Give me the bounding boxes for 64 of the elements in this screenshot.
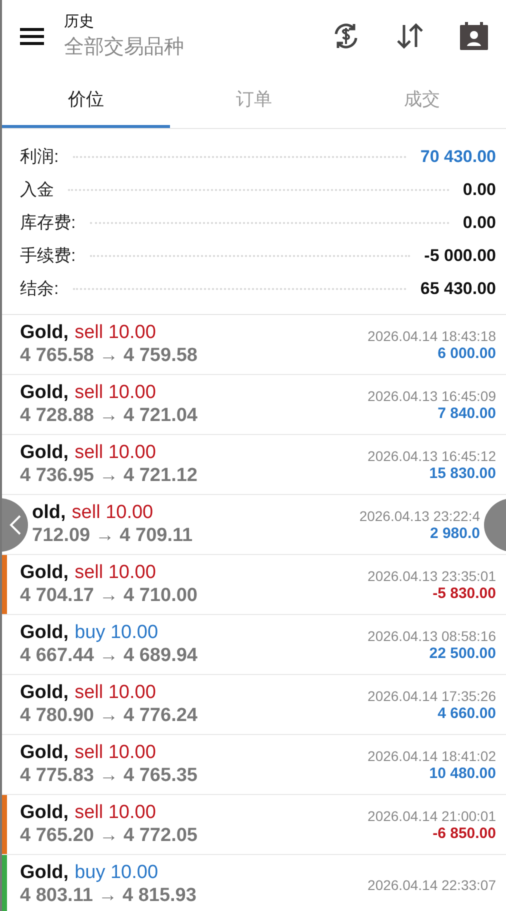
deal-prices: 4 765.58 → 4 759.58 xyxy=(20,345,198,367)
deal-side: sell 10.00 xyxy=(74,382,156,404)
summary-label: 库存费: xyxy=(20,212,76,234)
deal-time: 2026.04.13 23:35:01 xyxy=(368,568,496,584)
deal-time: 2026.04.14 22:33:07 xyxy=(368,876,496,892)
deal-symbol: Gold, xyxy=(20,742,69,764)
deal-profit: 7 840.00 xyxy=(438,404,496,422)
tab[interactable]: 价位 xyxy=(2,72,170,128)
deal-prices: 4 765.20 → 4 772.05 xyxy=(20,825,198,847)
deal-symbol: Gold, xyxy=(20,862,69,884)
deal-symbol: Gold, xyxy=(20,562,69,584)
deal-prices: 4 775.83 → 4 765.35 xyxy=(20,765,198,787)
deal-side: buy 10.00 xyxy=(74,862,158,884)
deal-profit: 10 480.00 xyxy=(429,764,496,782)
deal-time: 2026.04.14 17:35:26 xyxy=(368,688,496,704)
deal-prices: 4 736.95 → 4 721.12 xyxy=(20,465,198,487)
deal-time: 2026.04.13 16:45:09 xyxy=(368,388,496,404)
deal-prices: 4 803.11 → 4 815.93 xyxy=(20,885,196,907)
deal-side: sell 10.00 xyxy=(72,502,154,524)
deal-symbol: Gold, xyxy=(20,382,69,404)
deal-side: sell 10.00 xyxy=(74,802,156,824)
summary-value: 65 430.00 xyxy=(420,278,496,298)
deal-profit: -5 830.00 xyxy=(432,584,496,602)
deal-side: sell 10.00 xyxy=(74,682,156,704)
deal-symbol: Gold, xyxy=(20,802,69,824)
deal-profit: 2 980.0 xyxy=(430,524,480,542)
deal-side: buy 10.00 xyxy=(74,622,158,644)
deal-symbol: old, xyxy=(32,502,66,524)
summary-label: 利润: xyxy=(20,146,59,168)
deal-time: 2026.04.13 23:22:4 xyxy=(359,508,480,524)
deal-time: 2026.04.13 08:58:16 xyxy=(368,628,496,644)
tab[interactable]: 订单 xyxy=(170,72,338,128)
deal-prices: 4 780.90 → 4 776.24 xyxy=(20,705,198,727)
deal-time: 2026.04.14 21:00:01 xyxy=(368,808,496,824)
deal-profit: 6 000.00 xyxy=(438,344,496,362)
deal-symbol: Gold, xyxy=(20,442,69,464)
deal-side: sell 10.00 xyxy=(74,562,156,584)
summary-label: 结余: xyxy=(20,278,59,300)
deal-profit: 4 660.00 xyxy=(438,704,496,722)
summary-value: -5 000.00 xyxy=(424,246,496,266)
screen-title: 历史 xyxy=(64,12,95,31)
deal-side: sell 10.00 xyxy=(74,742,156,764)
deal-profit: 22 500.00 xyxy=(429,644,496,662)
summary-label: 手续费: xyxy=(20,245,76,267)
deal-symbol: Gold, xyxy=(20,622,69,644)
tab[interactable]: 成交 xyxy=(338,72,506,128)
deal-time: 2026.04.14 18:41:02 xyxy=(368,748,496,764)
deal-prices: 4 667.44 → 4 689.94 xyxy=(20,645,198,667)
deal-prices: 4 728.88 → 4 721.04 xyxy=(20,405,198,427)
deal-prices: 712.09 → 4 709.11 xyxy=(32,525,193,547)
summary-value: 70 430.00 xyxy=(420,146,496,166)
deal-time: 2026.04.13 16:45:12 xyxy=(368,448,496,464)
deal-profit: 15 830.00 xyxy=(429,464,496,482)
deal-prices: 4 704.17 → 4 710.00 xyxy=(20,585,198,607)
summary-value: 0.00 xyxy=(462,212,496,232)
deal-side: sell 10.00 xyxy=(74,322,156,344)
deal-side: sell 10.00 xyxy=(74,442,156,464)
summary-value: 0.00 xyxy=(462,180,496,200)
deal-profit: -6 850.00 xyxy=(432,824,496,842)
deal-symbol: Gold, xyxy=(20,682,69,704)
deal-symbol: Gold, xyxy=(20,322,69,344)
summary-label: 入金 xyxy=(20,179,54,201)
symbol-filter[interactable]: 全部交易品种 xyxy=(64,33,300,60)
deal-time: 2026.04.14 18:43:18 xyxy=(368,328,496,344)
